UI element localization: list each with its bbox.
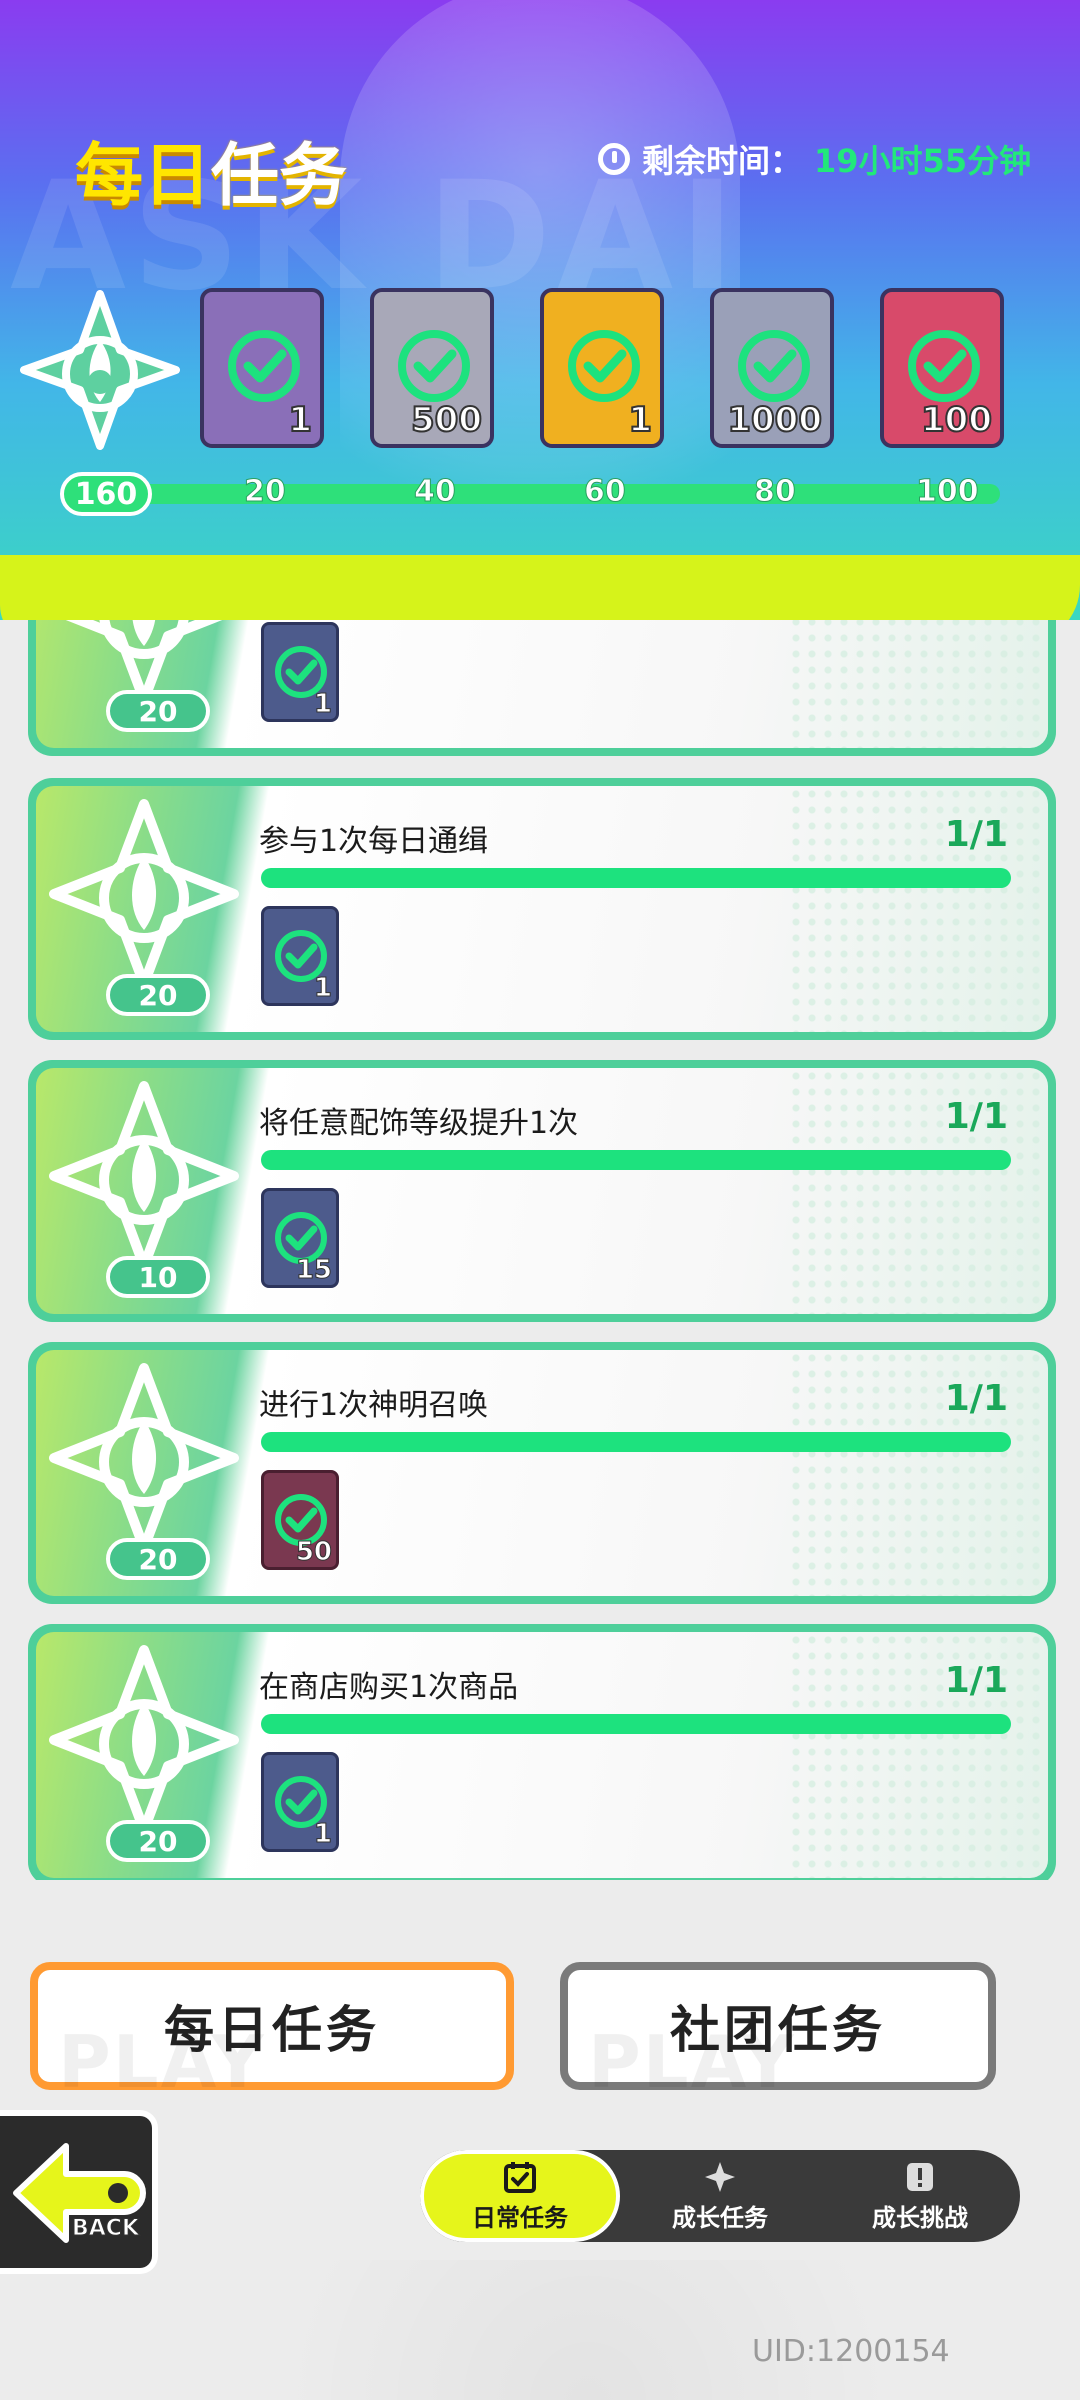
timer-value: 19小时55分钟 xyxy=(814,142,1032,180)
reward-qty: 500 xyxy=(410,399,483,441)
reward-chest-1[interactable]: 1 xyxy=(200,288,324,448)
task-points: 20 xyxy=(106,974,210,1016)
task-points-emblem-icon xyxy=(49,1363,239,1553)
activity-points: 160 xyxy=(60,472,152,516)
task-points: 20 xyxy=(106,1820,210,1862)
back-button[interactable]: BACK xyxy=(0,2110,158,2274)
task-reward-item[interactable]: 1 xyxy=(261,622,339,722)
task-category-tabs: 日常任务 成长任务 成长挑战 xyxy=(420,2150,1020,2242)
milestone-label: 100 xyxy=(916,474,980,510)
timer-label: 剩余时间： xyxy=(642,142,803,180)
item-qty: 50 xyxy=(295,1537,332,1568)
reward-chest-2[interactable]: 500 xyxy=(370,288,494,448)
slime-divider xyxy=(0,555,1080,620)
task-name: 进行1次神明召唤 xyxy=(259,1388,489,1423)
task-card[interactable]: 10 将任意配饰等级提升1次 1/1 15 xyxy=(28,1060,1056,1322)
check-icon xyxy=(908,330,980,402)
activity-star-icon xyxy=(20,290,180,450)
item-qty: 1 xyxy=(313,973,332,1004)
tab-growth-challenge[interactable]: 成长挑战 xyxy=(820,2150,1020,2242)
activity-progress: 160 20 40 60 80 100 xyxy=(60,472,1010,516)
task-progress-bar xyxy=(261,868,1011,888)
item-qty: 1 xyxy=(313,1819,332,1850)
milestone-label: 80 xyxy=(754,474,797,510)
task-points-emblem-icon xyxy=(49,1645,239,1835)
alert-icon xyxy=(907,2162,933,2191)
reward-qty: 100 xyxy=(920,399,993,441)
milestone-label: 40 xyxy=(414,474,457,510)
item-qty: 15 xyxy=(295,1255,332,1286)
task-progress-bar xyxy=(261,1714,1011,1734)
remaining-time: 剩余时间： 19小时55分钟 xyxy=(598,136,1031,182)
button-watermark: PLAY xyxy=(588,2020,796,2104)
page-title-part2: 任务 xyxy=(211,137,348,216)
check-icon xyxy=(738,330,810,402)
task-points: 20 xyxy=(106,1538,210,1580)
club-tasks-button[interactable]: PLAY 社团任务 xyxy=(560,1962,996,2104)
tab-daily[interactable]: 日常任务 xyxy=(420,2150,620,2242)
reward-qty: 1 xyxy=(627,399,653,441)
task-points-emblem-icon xyxy=(49,1081,239,1271)
back-label: BACK xyxy=(72,2216,140,2242)
check-icon xyxy=(568,330,640,402)
task-list[interactable]: 20 1 20 参与1次每日通缉 1/1 1 10 将任意配饰等级提升1次 1/… xyxy=(28,620,1056,1880)
reward-qty: 1000 xyxy=(726,399,823,441)
task-name: 在商店购买1次商品 xyxy=(259,1670,519,1705)
reward-chest-5[interactable]: 100 xyxy=(880,288,1004,448)
task-points: 10 xyxy=(106,1256,210,1298)
task-card[interactable]: 20 进行1次神明召唤 1/1 50 xyxy=(28,1342,1056,1604)
daily-tasks-button[interactable]: PLAY 每日任务 xyxy=(30,1962,514,2104)
calendar-check-icon xyxy=(504,2161,536,2193)
tab-label: 成长挑战 xyxy=(872,2203,968,2232)
check-icon xyxy=(228,330,300,402)
task-reward-item[interactable]: 1 xyxy=(261,1752,339,1852)
task-name: 参与1次每日通缉 xyxy=(259,824,489,859)
task-reward-item[interactable]: 50 xyxy=(261,1470,339,1570)
milestone-label: 20 xyxy=(244,474,287,510)
reward-chest-3[interactable]: 1 xyxy=(540,288,664,448)
task-progress-bar xyxy=(261,1432,1011,1452)
task-count: 1/1 xyxy=(944,1660,1008,1701)
task-reward-item[interactable]: 1 xyxy=(261,906,339,1006)
tab-label: 日常任务 xyxy=(472,2203,568,2232)
reward-chest-4[interactable]: 1000 xyxy=(710,288,834,448)
tab-label: 成长任务 xyxy=(672,2203,768,2232)
check-icon xyxy=(398,330,470,402)
milestone-label: 60 xyxy=(584,474,627,510)
task-count: 1/1 xyxy=(944,814,1008,855)
button-watermark: PLAY xyxy=(58,2020,266,2104)
task-card[interactable]: 20 在商店购买1次商品 1/1 1 xyxy=(28,1624,1056,1880)
user-id: UID:1200154 xyxy=(752,2334,950,2369)
sparkle-icon xyxy=(705,2161,735,2192)
clock-icon xyxy=(598,143,630,175)
item-qty: 1 xyxy=(313,689,332,720)
task-card[interactable]: 20 1 xyxy=(28,620,1056,756)
task-points: 20 xyxy=(106,690,210,732)
task-points-emblem-icon xyxy=(49,799,239,989)
tab-growth[interactable]: 成长任务 xyxy=(620,2150,820,2242)
page-title: 每日任务 xyxy=(75,120,347,219)
task-count: 1/1 xyxy=(944,1096,1008,1137)
task-reward-item[interactable]: 15 xyxy=(261,1188,339,1288)
task-name: 将任意配饰等级提升1次 xyxy=(259,1106,579,1141)
page-title-part1: 每日 xyxy=(75,137,212,216)
task-count: 1/1 xyxy=(944,1378,1008,1419)
task-progress-bar xyxy=(261,1150,1011,1170)
reward-qty: 1 xyxy=(287,399,313,441)
task-card[interactable]: 20 参与1次每日通缉 1/1 1 xyxy=(28,778,1056,1040)
